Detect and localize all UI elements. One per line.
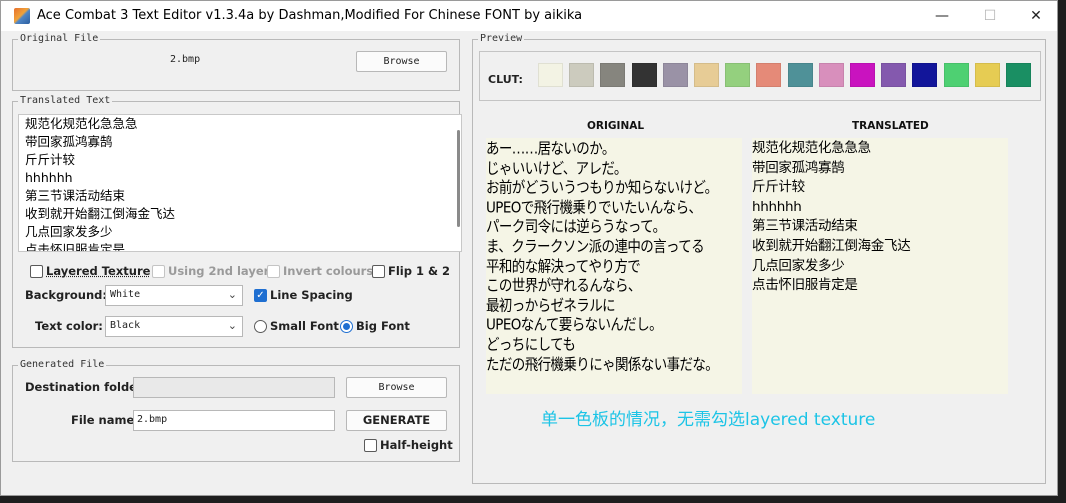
small-font-label: Small Font: [270, 319, 339, 333]
flip-checkbox[interactable]: [372, 265, 385, 278]
clut-swatch[interactable]: [631, 63, 657, 87]
clut-swatch[interactable]: [1006, 63, 1031, 87]
translated-line: 第三节课活动结束: [752, 218, 858, 235]
original-line: この世界が守れるんなら、: [486, 277, 641, 296]
invert-colours-label: Invert colours: [283, 264, 374, 278]
translated-line: 规范化规范化急急急: [752, 140, 871, 156]
clut-swatch[interactable]: [662, 63, 688, 87]
annotation-note: 单一色板的情况，无需勾选layered texture: [541, 410, 876, 430]
chevron-down-icon: ⌄: [227, 319, 237, 332]
translated-text-group-title: Translated Text: [18, 94, 113, 108]
clut-swatch[interactable]: [694, 63, 719, 87]
destination-folder-input[interactable]: [133, 377, 335, 398]
original-line: ま、クラークソン派の連中の言ってる: [486, 238, 705, 257]
line-spacing-checkbox[interactable]: ✓: [254, 289, 267, 302]
clut-swatch[interactable]: [974, 63, 1000, 87]
generate-button[interactable]: GENERATE: [346, 410, 447, 431]
translated-text-area[interactable]: 规范化规范化急急急 带回家孤鸿寡鹄 斤斤计较 hhhhhh 第三节课活动结束 收…: [18, 114, 462, 252]
translated-line: 带回家孤鸿寡鹄: [752, 159, 845, 176]
original-heading: ORIGINAL: [587, 120, 645, 132]
clut-label: CLUT:: [488, 73, 523, 86]
original-file-group: Original File 2.bmp Browse: [12, 32, 460, 91]
invert-colours-checkbox[interactable]: [267, 265, 280, 278]
text-color-select[interactable]: Black ⌄: [105, 316, 243, 337]
using-2nd-layer-checkbox[interactable]: [152, 265, 165, 278]
text-line: 规范化规范化急急急: [25, 116, 138, 131]
app-window: Ace Combat 3 Text Editor v1.3.4a by Dash…: [0, 0, 1058, 496]
translated-line: 点击怀旧服肯定是: [752, 277, 858, 294]
clut-swatch[interactable]: [725, 63, 751, 87]
original-text-block: あー……居ないのか。 じゃいいけど、アレだ。 お前がどういうつもりか知らないけど…: [486, 138, 742, 374]
translated-line: 几点回家发多少: [752, 257, 845, 274]
layered-texture-checkbox[interactable]: [30, 265, 43, 278]
minimize-button[interactable]: —: [919, 1, 965, 31]
background-value: White: [110, 289, 141, 300]
translated-line: 斤斤计较: [752, 179, 805, 196]
chevron-down-icon: ⌄: [227, 288, 237, 301]
title-bar[interactable]: Ace Combat 3 Text Editor v1.3.4a by Dash…: [1, 1, 1057, 31]
close-button[interactable]: ✕: [1013, 1, 1059, 31]
clut-swatch[interactable]: [850, 63, 875, 87]
layered-texture-label: Layered Texture: [46, 264, 151, 278]
text-color-value: Black: [110, 320, 141, 331]
background-select[interactable]: White ⌄: [105, 285, 243, 306]
text-line: 收到就开始翻江倒海金飞达: [25, 206, 176, 221]
translated-line: hhhhhh: [752, 198, 802, 215]
file-name-label: File name:: [71, 413, 139, 427]
translated-text-block: 规范化规范化急急急 带回家孤鸿寡鹄 斤斤计较 hhhhhh 第三节课活动结束 收…: [752, 138, 1008, 296]
original-filename: 2.bmp: [170, 54, 201, 65]
clut-panel: CLUT:: [479, 51, 1041, 101]
text-line: hhhhhh: [25, 170, 73, 185]
original-preview-image: あー……居ないのか。 じゃいいけど、アレだ。 お前がどういうつもりか知らないけど…: [486, 138, 742, 394]
clut-swatch[interactable]: [569, 63, 595, 87]
text-color-label: Text color:: [35, 319, 103, 333]
translated-preview-image: 规范化规范化急急急 带回家孤鸿寡鹄 斤斤计较 hhhhhh 第三节课活动结束 收…: [752, 138, 1008, 394]
flip-label: Flip 1 & 2: [388, 264, 451, 278]
preview-group-title: Preview: [478, 32, 525, 46]
maximize-button[interactable]: ☐: [967, 1, 1013, 31]
original-line: ただの飛行機乗りにゃ関係ない事だな。: [486, 355, 719, 374]
original-line: どっちにしても: [486, 336, 576, 354]
line-spacing-label: Line Spacing: [270, 288, 353, 302]
text-area-scrollbar[interactable]: [457, 130, 460, 227]
small-font-radio[interactable]: [254, 320, 267, 333]
text-line: 几点回家发多少: [25, 224, 113, 239]
original-line: UPEOなんて要らないんだし。: [486, 316, 663, 335]
clut-swatch[interactable]: [600, 63, 626, 87]
java-app-icon: [14, 8, 30, 24]
clut-swatch[interactable]: [881, 63, 907, 87]
original-line: あー……居ないのか。: [486, 140, 615, 159]
generated-file-group: Generated File Destination folder: Brows…: [12, 358, 460, 462]
original-file-group-title: Original File: [18, 32, 101, 46]
text-line: 点击怀旧服肯定是: [25, 242, 126, 252]
destination-folder-label: Destination folder:: [25, 380, 148, 394]
clut-swatch[interactable]: [943, 63, 969, 87]
original-browse-button[interactable]: Browse: [356, 51, 447, 72]
using-2nd-layer-label: Using 2nd layer: [168, 264, 270, 278]
half-height-label: Half-height: [380, 438, 453, 452]
generated-file-group-title: Generated File: [18, 358, 107, 372]
translated-heading: TRANSLATED: [852, 120, 929, 132]
original-line: お前がどういうつもりか知らないけど。: [486, 179, 718, 198]
clut-swatch[interactable]: [912, 63, 938, 87]
big-font-label: Big Font: [356, 319, 410, 333]
text-line: 第三节课活动结束: [25, 188, 126, 203]
file-name-value: 2.bmp: [137, 414, 168, 425]
translated-line: 收到就开始翻江倒海金飞达: [752, 237, 911, 254]
translated-text-group: Translated Text 规范化规范化急急急 带回家孤鸿寡鹄 斤斤计较 h…: [12, 94, 462, 348]
clut-swatch[interactable]: [756, 63, 782, 87]
clut-swatch[interactable]: [787, 63, 813, 87]
clut-swatch[interactable]: [538, 63, 563, 87]
clut-swatch[interactable]: [818, 63, 844, 87]
text-line: 带回家孤鸿寡鹄: [25, 134, 113, 149]
destination-browse-button[interactable]: Browse: [346, 377, 447, 398]
text-line: 斤斤计较: [25, 152, 76, 167]
file-name-input[interactable]: 2.bmp: [133, 410, 335, 431]
half-height-checkbox[interactable]: [364, 439, 377, 452]
big-font-radio[interactable]: [340, 320, 353, 333]
background-label: Background:: [25, 288, 107, 302]
window-title: Ace Combat 3 Text Editor v1.3.4a by Dash…: [37, 8, 583, 23]
